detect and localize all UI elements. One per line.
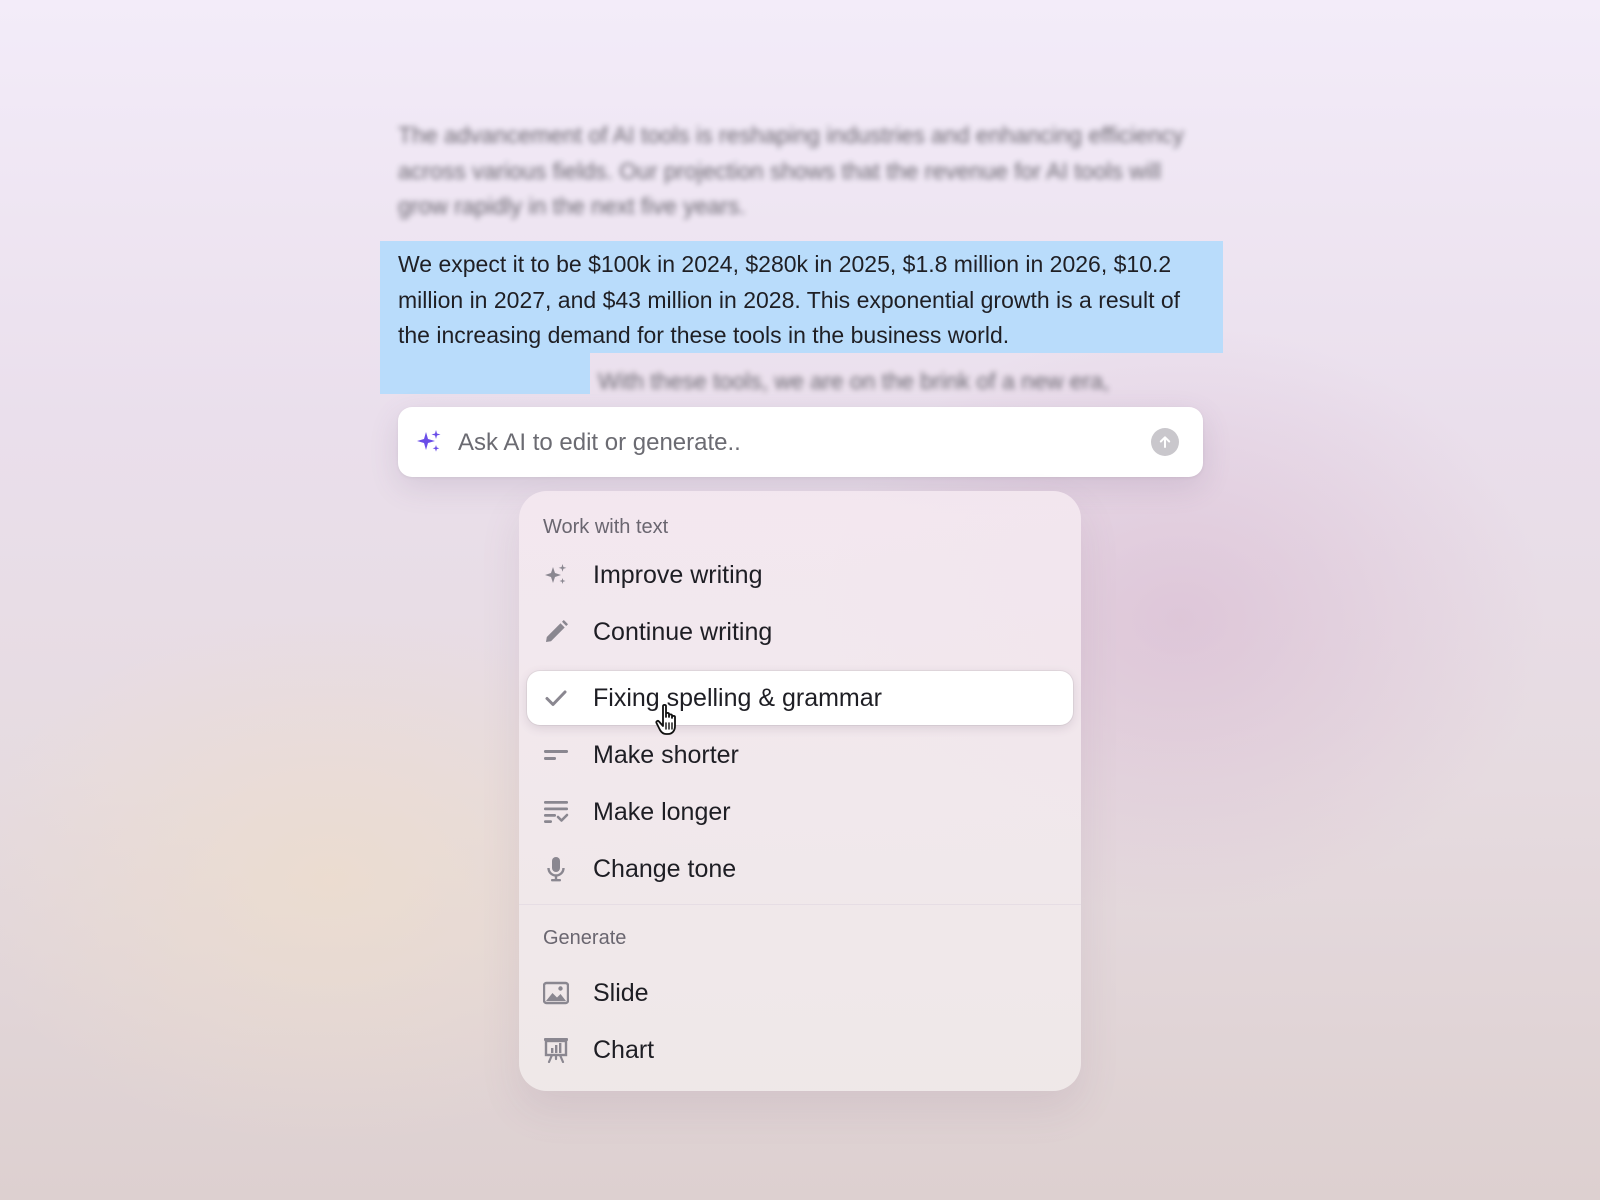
ai-actions-menu: Work with text Improve writing Continue … (519, 491, 1081, 1091)
menu-item-fix-spelling-grammar[interactable]: Fixing spelling & grammar (527, 671, 1073, 725)
menu-item-label: Make shorter (593, 741, 739, 769)
check-icon (545, 690, 567, 706)
long-lines-icon (544, 801, 569, 823)
menu-item-label: Make longer (593, 798, 731, 826)
send-button[interactable] (1151, 428, 1179, 456)
menu-item-improve-writing[interactable]: Improve writing (527, 548, 1073, 602)
menu-item-continue-writing[interactable]: Continue writing (527, 605, 1073, 659)
image-icon (543, 981, 569, 1005)
menu-item-slide[interactable]: Slide (527, 966, 1073, 1020)
chart-icon (544, 1038, 568, 1063)
menu-item-change-tone[interactable]: Change tone (527, 842, 1073, 896)
selection-highlight-tail (380, 353, 590, 394)
menu-item-label: Chart (593, 1036, 655, 1064)
selected-paragraph[interactable]: We expect it to be $100k in 2024, $280k … (398, 247, 1198, 354)
menu-item-label: Slide (593, 979, 649, 1007)
trailing-text: With these tools, we are on the brink of… (598, 368, 1110, 394)
menu-item-label: Change tone (593, 855, 737, 883)
menu-item-label: Fixing spelling & grammar (593, 684, 882, 712)
arrow-up-icon (1159, 436, 1171, 448)
section-title-generate: Generate (543, 927, 627, 949)
ask-ai-bar[interactable] (398, 407, 1203, 477)
ai-sparkles-icon (417, 430, 441, 452)
menu-divider (519, 904, 1081, 905)
pencil-icon (546, 620, 568, 642)
section-title-work-with-text: Work with text (543, 516, 669, 538)
menu-item-chart[interactable]: Chart (527, 1023, 1073, 1077)
menu-item-label: Improve writing (593, 561, 763, 589)
menu-item-make-longer[interactable]: Make longer (527, 785, 1073, 839)
hand-pointer-cursor-icon (655, 703, 676, 735)
menu-item-make-shorter[interactable]: Make shorter (527, 728, 1073, 782)
sparkles-icon (545, 564, 567, 584)
menu-item-label: Continue writing (593, 618, 773, 646)
short-lines-icon (544, 750, 568, 760)
microphone-icon (547, 857, 565, 882)
ask-ai-input[interactable] (456, 417, 1120, 469)
